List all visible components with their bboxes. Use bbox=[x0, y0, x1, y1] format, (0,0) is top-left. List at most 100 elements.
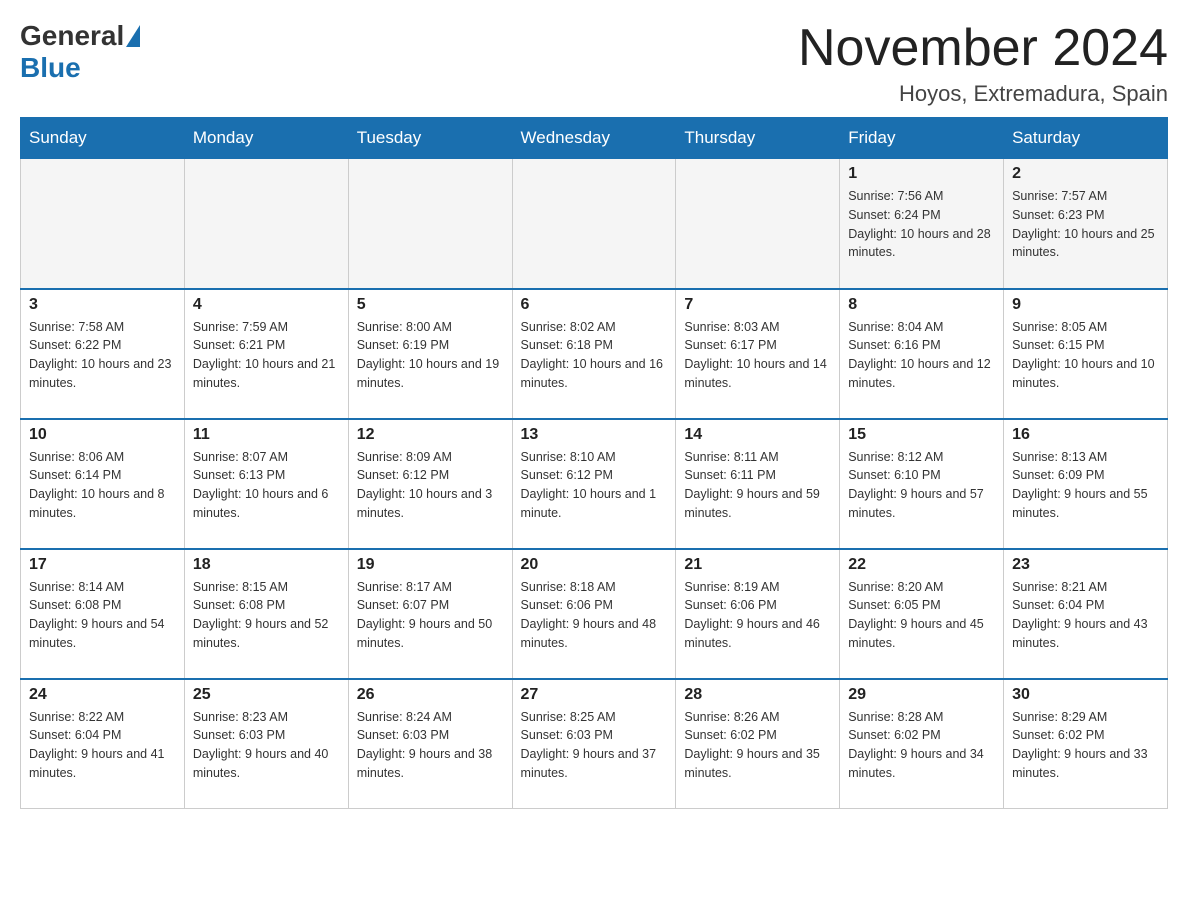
calendar-week-4: 17Sunrise: 8:14 AM Sunset: 6:08 PM Dayli… bbox=[21, 549, 1168, 679]
day-info: Sunrise: 8:04 AM Sunset: 6:16 PM Dayligh… bbox=[848, 318, 995, 393]
calendar-table: Sunday Monday Tuesday Wednesday Thursday… bbox=[20, 117, 1168, 809]
logo-general-text: General bbox=[20, 20, 124, 52]
calendar-cell: 15 Sunrise: 8:12 AM Sunset: 6:10 PM Dayli… bbox=[840, 419, 1004, 549]
day-info: Sunrise: 8:17 AM Sunset: 6:07 PM Dayligh… bbox=[357, 578, 504, 653]
day-number: 22 bbox=[848, 556, 995, 574]
calendar-cell: 4Sunrise: 7:59 AM Sunset: 6:21 PM Daylig… bbox=[184, 289, 348, 419]
day-info: Sunrise: 7:57 AM Sunset: 6:23 PM Dayligh… bbox=[1012, 187, 1159, 262]
day-info: Sunrise: 8:07 AM Sunset: 6:13 PM Dayligh… bbox=[193, 448, 340, 523]
page-header: General Blue November 2024 Hoyos, Extrem… bbox=[20, 20, 1168, 107]
calendar-cell: 7Sunrise: 8:03 AM Sunset: 6:17 PM Daylig… bbox=[676, 289, 840, 419]
day-number: 16 bbox=[1012, 426, 1159, 444]
day-number: 5 bbox=[357, 296, 504, 314]
calendar-cell: 28Sunrise: 8:26 AM Sunset: 6:02 PM Dayli… bbox=[676, 679, 840, 809]
day-number: 25 bbox=[193, 686, 340, 704]
day-number: 10 bbox=[29, 426, 176, 444]
day-number: 6 bbox=[521, 296, 668, 314]
day-number: 15 bbox=[848, 426, 995, 444]
header-tuesday: Tuesday bbox=[348, 118, 512, 159]
day-number: 2 bbox=[1012, 165, 1159, 183]
header-row: Sunday Monday Tuesday Wednesday Thursday… bbox=[21, 118, 1168, 159]
day-info: Sunrise: 7:58 AM Sunset: 6:22 PM Dayligh… bbox=[29, 318, 176, 393]
header-saturday: Saturday bbox=[1004, 118, 1168, 159]
calendar-cell: 10 Sunrise: 8:06 AM Sunset: 6:14 PM Dayli… bbox=[21, 419, 185, 549]
day-number: 20 bbox=[521, 556, 668, 574]
day-number: 11 bbox=[193, 426, 340, 444]
calendar-cell: 20 Sunrise: 8:18 AM Sunset: 6:06 PM Dayli… bbox=[512, 549, 676, 679]
calendar-cell: 29 Sunrise: 8:28 AM Sunset: 6:02 PM Dayli… bbox=[840, 679, 1004, 809]
logo-blue-text: Blue bbox=[20, 52, 81, 84]
day-info: Sunrise: 8:09 AM Sunset: 6:12 PM Dayligh… bbox=[357, 448, 504, 523]
day-info: Sunrise: 8:18 AM Sunset: 6:06 PM Dayligh… bbox=[521, 578, 668, 653]
day-number: 29 bbox=[848, 686, 995, 704]
day-info: Sunrise: 8:19 AM Sunset: 6:06 PM Dayligh… bbox=[684, 578, 831, 653]
day-number: 9 bbox=[1012, 296, 1159, 314]
calendar-cell bbox=[512, 159, 676, 289]
calendar-cell: 9Sunrise: 8:05 AM Sunset: 6:15 PM Daylig… bbox=[1004, 289, 1168, 419]
calendar-cell: 2 Sunrise: 7:57 AM Sunset: 6:23 PM Daylig… bbox=[1004, 159, 1168, 289]
day-number: 4 bbox=[193, 296, 340, 314]
calendar-header: Sunday Monday Tuesday Wednesday Thursday… bbox=[21, 118, 1168, 159]
calendar-cell bbox=[676, 159, 840, 289]
calendar-week-2: 3 Sunrise: 7:58 AM Sunset: 6:22 PM Daylig… bbox=[21, 289, 1168, 419]
header-monday: Monday bbox=[184, 118, 348, 159]
day-info: Sunrise: 8:12 AM Sunset: 6:10 PM Dayligh… bbox=[848, 448, 995, 523]
day-number: 13 bbox=[521, 426, 668, 444]
calendar-cell: 14 Sunrise: 8:11 AM Sunset: 6:11 PM Dayli… bbox=[676, 419, 840, 549]
day-info: Sunrise: 8:28 AM Sunset: 6:02 PM Dayligh… bbox=[848, 708, 995, 783]
header-wednesday: Wednesday bbox=[512, 118, 676, 159]
calendar-body: 1 Sunrise: 7:56 AM Sunset: 6:24 PM Daylig… bbox=[21, 159, 1168, 809]
day-info: Sunrise: 8:26 AM Sunset: 6:02 PM Dayligh… bbox=[684, 708, 831, 783]
calendar-cell: 1 Sunrise: 7:56 AM Sunset: 6:24 PM Daylig… bbox=[840, 159, 1004, 289]
calendar-week-1: 1 Sunrise: 7:56 AM Sunset: 6:24 PM Daylig… bbox=[21, 159, 1168, 289]
day-number: 7 bbox=[684, 296, 831, 314]
day-number: 27 bbox=[521, 686, 668, 704]
header-friday: Friday bbox=[840, 118, 1004, 159]
calendar-cell: 24 Sunrise: 8:22 AM Sunset: 6:04 PM Dayli… bbox=[21, 679, 185, 809]
calendar-cell: 17Sunrise: 8:14 AM Sunset: 6:08 PM Dayli… bbox=[21, 549, 185, 679]
day-info: Sunrise: 8:25 AM Sunset: 6:03 PM Dayligh… bbox=[521, 708, 668, 783]
day-info: Sunrise: 7:56 AM Sunset: 6:24 PM Dayligh… bbox=[848, 187, 995, 262]
calendar-cell: 18 Sunrise: 8:15 AM Sunset: 6:08 PM Dayli… bbox=[184, 549, 348, 679]
day-number: 18 bbox=[193, 556, 340, 574]
day-info: Sunrise: 8:20 AM Sunset: 6:05 PM Dayligh… bbox=[848, 578, 995, 653]
calendar-cell: 19 Sunrise: 8:17 AM Sunset: 6:07 PM Dayli… bbox=[348, 549, 512, 679]
day-number: 14 bbox=[684, 426, 831, 444]
day-info: Sunrise: 8:14 AM Sunset: 6:08 PM Dayligh… bbox=[29, 578, 176, 653]
header-thursday: Thursday bbox=[676, 118, 840, 159]
day-info: Sunrise: 8:10 AM Sunset: 6:12 PM Dayligh… bbox=[521, 448, 668, 523]
day-number: 30 bbox=[1012, 686, 1159, 704]
logo: General Blue bbox=[20, 20, 142, 84]
month-title: November 2024 bbox=[798, 20, 1168, 77]
calendar-cell bbox=[348, 159, 512, 289]
calendar-cell: 13 Sunrise: 8:10 AM Sunset: 6:12 PM Dayli… bbox=[512, 419, 676, 549]
calendar-cell: 25 Sunrise: 8:23 AM Sunset: 6:03 PM Dayli… bbox=[184, 679, 348, 809]
calendar-cell: 8 Sunrise: 8:04 AM Sunset: 6:16 PM Daylig… bbox=[840, 289, 1004, 419]
calendar-cell: 26 Sunrise: 8:24 AM Sunset: 6:03 PM Dayli… bbox=[348, 679, 512, 809]
day-info: Sunrise: 8:23 AM Sunset: 6:03 PM Dayligh… bbox=[193, 708, 340, 783]
day-info: Sunrise: 8:15 AM Sunset: 6:08 PM Dayligh… bbox=[193, 578, 340, 653]
calendar-cell: 5 Sunrise: 8:00 AM Sunset: 6:19 PM Daylig… bbox=[348, 289, 512, 419]
day-info: Sunrise: 8:11 AM Sunset: 6:11 PM Dayligh… bbox=[684, 448, 831, 523]
day-number: 19 bbox=[357, 556, 504, 574]
day-number: 1 bbox=[848, 165, 995, 183]
day-number: 8 bbox=[848, 296, 995, 314]
day-info: Sunrise: 8:24 AM Sunset: 6:03 PM Dayligh… bbox=[357, 708, 504, 783]
day-number: 26 bbox=[357, 686, 504, 704]
calendar-week-5: 24 Sunrise: 8:22 AM Sunset: 6:04 PM Dayli… bbox=[21, 679, 1168, 809]
calendar-cell: 16 Sunrise: 8:13 AM Sunset: 6:09 PM Dayli… bbox=[1004, 419, 1168, 549]
day-info: Sunrise: 8:13 AM Sunset: 6:09 PM Dayligh… bbox=[1012, 448, 1159, 523]
calendar-cell: 23Sunrise: 8:21 AM Sunset: 6:04 PM Dayli… bbox=[1004, 549, 1168, 679]
day-number: 24 bbox=[29, 686, 176, 704]
calendar-cell: 3 Sunrise: 7:58 AM Sunset: 6:22 PM Daylig… bbox=[21, 289, 185, 419]
location-subtitle: Hoyos, Extremadura, Spain bbox=[798, 81, 1168, 107]
day-info: Sunrise: 8:22 AM Sunset: 6:04 PM Dayligh… bbox=[29, 708, 176, 783]
day-info: Sunrise: 8:06 AM Sunset: 6:14 PM Dayligh… bbox=[29, 448, 176, 523]
logo-triangle-icon bbox=[126, 25, 140, 47]
calendar-cell: 6Sunrise: 8:02 AM Sunset: 6:18 PM Daylig… bbox=[512, 289, 676, 419]
calendar-cell: 11 Sunrise: 8:07 AM Sunset: 6:13 PM Dayli… bbox=[184, 419, 348, 549]
day-number: 3 bbox=[29, 296, 176, 314]
day-info: Sunrise: 8:00 AM Sunset: 6:19 PM Dayligh… bbox=[357, 318, 504, 393]
day-info: Sunrise: 8:29 AM Sunset: 6:02 PM Dayligh… bbox=[1012, 708, 1159, 783]
day-number: 23 bbox=[1012, 556, 1159, 574]
